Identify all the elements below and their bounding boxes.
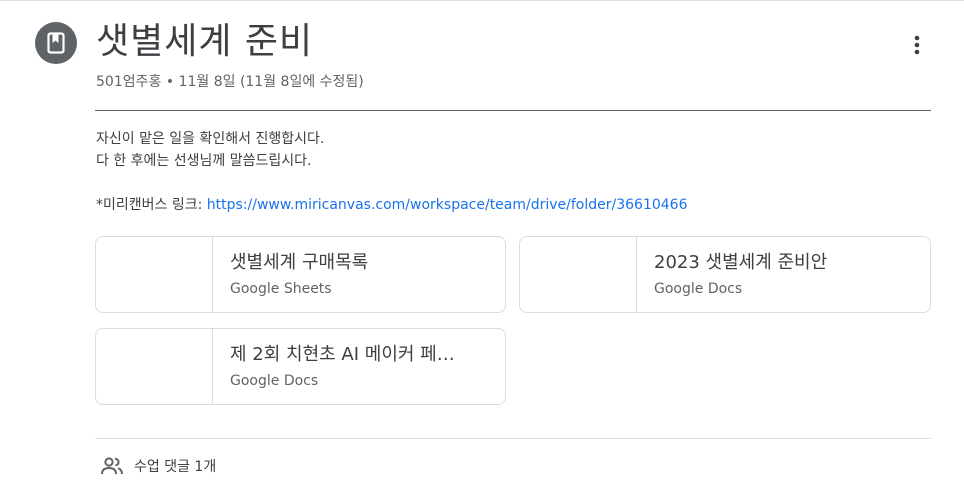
comments-label: 수업 댓글 1개 xyxy=(134,459,217,475)
attachment-title: 샛별세계 구매목록 xyxy=(230,252,369,273)
more-vert-icon xyxy=(914,35,920,55)
attachment-title: 2023 샛별세계 준비안 xyxy=(654,252,828,273)
description-line: 자신이 맡은 일을 확인해서 진행합시다. xyxy=(96,131,325,147)
header-divider xyxy=(95,110,931,111)
attachment-thumbnail xyxy=(520,237,637,312)
link-label: *미리캔버스 링크: xyxy=(96,197,207,213)
meta-separator: • xyxy=(165,74,175,90)
bookmark-document-icon xyxy=(47,32,65,54)
attachment-title: 제 2회 치현초 AI 메이커 페스티벌 준비 xyxy=(230,344,470,365)
description-line: 다 한 후에는 선생님께 말씀드립시다. xyxy=(96,153,312,169)
attachment-card[interactable]: 샛별세계 구매목록 Google Sheets xyxy=(95,236,506,313)
assignment-icon xyxy=(35,22,77,64)
post-date: 11월 8일 xyxy=(178,74,236,90)
miricanvas-link[interactable]: https://www.miricanvas.com/workspace/tea… xyxy=(207,197,688,213)
people-icon xyxy=(101,457,123,475)
more-options-button[interactable] xyxy=(903,28,931,62)
attachment-type: Google Docs xyxy=(654,281,743,297)
page-title: 샛별세계 준비 xyxy=(96,21,314,62)
class-comments-button[interactable]: 수업 댓글 1개 xyxy=(100,456,216,476)
comments-divider xyxy=(95,438,931,439)
attachment-type: Google Sheets xyxy=(230,281,332,297)
attachment-thumbnail xyxy=(96,329,213,404)
edited-date: (11월 8일에 수정됨) xyxy=(239,74,364,90)
attachment-card[interactable]: 2023 샛별세계 준비안 Google Docs xyxy=(519,236,931,313)
top-border xyxy=(0,0,964,1)
attachment-card[interactable]: 제 2회 치현초 AI 메이커 페스티벌 준비 Google Docs xyxy=(95,328,506,405)
attachment-type: Google Docs xyxy=(230,373,319,389)
author-name: 501엄주홍 xyxy=(96,74,162,90)
attachment-thumbnail xyxy=(96,237,213,312)
assignment-description: 자신이 맡은 일을 확인해서 진행합시다. 다 한 후에는 선생님께 말씀드립시… xyxy=(96,128,688,216)
assignment-meta: 501엄주홍 • 11월 8일 (11월 8일에 수정됨) xyxy=(96,72,364,92)
link-line: *미리캔버스 링크: https://www.miricanvas.com/wo… xyxy=(96,194,688,216)
